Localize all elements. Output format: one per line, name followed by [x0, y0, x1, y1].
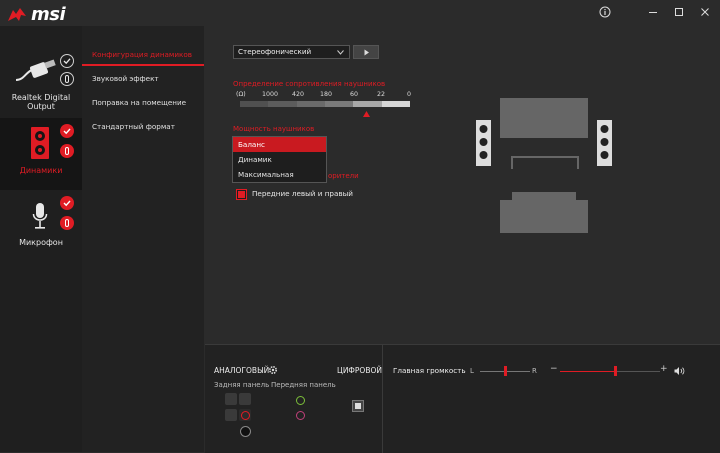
front-jack-green[interactable] — [296, 396, 305, 405]
rear-jack[interactable] — [225, 409, 237, 421]
device-microphone[interactable]: Микрофон — [0, 194, 82, 256]
headphone-power-label: Мощность наушников — [233, 125, 315, 133]
tab-speaker-config[interactable]: Конфигурация динамиков — [92, 50, 192, 59]
brand-text: msi — [31, 4, 66, 25]
device-label: Realtek Digital Output — [11, 93, 71, 111]
chevron-down-icon — [337, 50, 344, 55]
select-value: Стереофонический — [238, 47, 312, 56]
rear-jack-black-ring[interactable] — [240, 426, 251, 437]
bottom-panel: АНАЛОГОВЫЙ ЦИФРОВОЙ Задняя панель Передн… — [205, 344, 720, 453]
impedance-marker-icon — [363, 111, 370, 117]
active-tab-underline — [82, 64, 204, 66]
spdif-cable-icon — [15, 59, 56, 81]
info-icon[interactable] — [594, 3, 616, 21]
balance-left-label: L — [470, 367, 474, 375]
settings-tabs: Конфигурация динамиков Звуковой эффект П… — [82, 26, 204, 452]
device-label: Динамики — [19, 166, 63, 175]
volume-minus[interactable]: − — [550, 364, 558, 374]
default-check-icon[interactable] — [60, 124, 74, 138]
sofa — [500, 192, 588, 233]
table — [511, 156, 579, 169]
power-dropdown-list[interactable]: Баланс Динамик Максимальная — [232, 136, 327, 183]
volume-slider-thumb[interactable] — [614, 366, 617, 376]
rear-jack-red-ring — [241, 411, 250, 420]
dragon-icon — [8, 7, 26, 21]
microphone-icon — [32, 203, 48, 229]
power-option-max[interactable]: Максимальная — [233, 167, 326, 182]
properties-icon[interactable] — [60, 216, 74, 230]
device-sidebar: Realtek Digital Output Динамики Микрофон — [0, 26, 83, 452]
balance-slider-thumb[interactable] — [504, 366, 507, 376]
power-option-balance[interactable]: Баланс — [233, 137, 326, 152]
device-speakers[interactable]: Динамики — [0, 118, 82, 190]
front-jack-pink[interactable] — [296, 411, 305, 420]
speaker-volume-icon[interactable] — [674, 366, 685, 376]
speaker-config-select[interactable]: Стереофонический — [233, 45, 350, 59]
default-check-icon[interactable] — [60, 196, 74, 210]
impedance-tick: 180 — [320, 91, 333, 98]
msi-logo: msi — [7, 4, 66, 25]
play-icon — [364, 49, 369, 56]
power-option-speaker[interactable]: Динамик — [233, 152, 326, 167]
impedance-tick: 1000 — [262, 91, 279, 98]
rear-panel-label: Задняя панель — [214, 381, 270, 389]
impedance-scale-bar — [240, 101, 410, 107]
impedance-tick: 60 — [350, 91, 359, 98]
impedance-label: Определение сопротивления наушников — [233, 80, 386, 88]
speaker-icon — [31, 127, 49, 159]
maximize-icon[interactable] — [668, 3, 690, 21]
rear-jack[interactable] — [239, 393, 251, 405]
tv-screen — [500, 98, 588, 138]
properties-icon[interactable] — [60, 72, 74, 86]
fullrange-label-partial: орители — [328, 172, 359, 180]
test-play-button[interactable] — [353, 45, 379, 59]
volume-slider-fill — [560, 371, 615, 372]
impedance-tick: 420 — [292, 91, 305, 98]
rear-jack[interactable] — [225, 393, 237, 405]
impedance-tick: 0 — [407, 91, 412, 98]
front-lr-checkbox[interactable] — [236, 189, 247, 200]
analog-label: АНАЛОГОВЫЙ — [214, 366, 270, 375]
volume-plus[interactable]: + — [660, 364, 668, 374]
minimize-icon[interactable] — [642, 3, 664, 21]
properties-icon[interactable] — [60, 144, 74, 158]
close-icon[interactable] — [694, 3, 716, 21]
device-digital-output[interactable]: Realtek Digital Output — [0, 48, 82, 111]
room-diagram — [476, 98, 612, 233]
front-lr-label: Передние левый и правый — [252, 189, 353, 198]
tab-sound-effect[interactable]: Звуковой эффект — [92, 74, 159, 83]
title-bar: msi — [0, 0, 720, 26]
main-panel: Стереофонический Определение сопротивлен… — [205, 26, 720, 344]
digital-label: ЦИФРОВОЙ — [337, 366, 382, 375]
spdif-port-icon[interactable] — [352, 400, 364, 412]
tab-default-format[interactable]: Стандартный формат — [92, 122, 175, 131]
balance-right-label: R — [532, 367, 537, 375]
impedance-tick: 22 — [377, 91, 386, 98]
tab-room-correction[interactable]: Поправка на помещение — [92, 98, 186, 107]
impedance-unit: (Ω) — [236, 91, 246, 98]
front-panel-label: Передняя панель — [271, 381, 336, 389]
default-check-icon[interactable] — [60, 54, 74, 68]
gear-icon[interactable] — [268, 365, 278, 375]
device-label: Микрофон — [19, 238, 63, 247]
connector-panel: АНАЛОГОВЫЙ ЦИФРОВОЙ Задняя панель Передн… — [205, 345, 383, 453]
master-volume-label: Главная громкость — [393, 366, 466, 375]
